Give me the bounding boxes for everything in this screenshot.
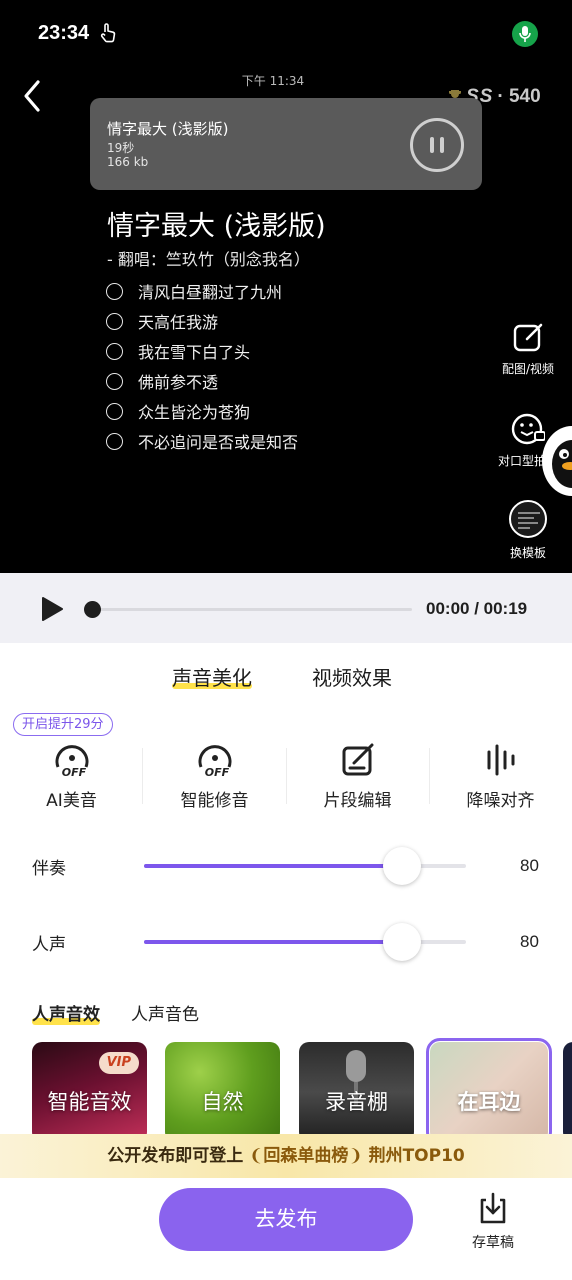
slider-track[interactable] [144, 923, 466, 961]
progress-track[interactable] [92, 608, 412, 611]
tab-sound-beautify[interactable]: 声音美化 [172, 662, 252, 691]
smart-tune-off-icon: OFF [198, 745, 231, 779]
edit-square-icon [513, 323, 543, 352]
radio-icon [106, 372, 123, 390]
radio-icon [106, 342, 123, 360]
download-box-icon [480, 1192, 506, 1224]
svg-text:OFF: OFF [61, 766, 86, 779]
slider-fill [144, 940, 402, 944]
svg-text:OFF: OFF [204, 766, 229, 779]
laurel-icon: ❩ [348, 1146, 363, 1166]
lyric-line[interactable]: 天高任我游 [106, 306, 298, 336]
lyrics-title: 情字最大 (浅影版) [107, 211, 326, 242]
lyric-line[interactable]: 我在雪下白了头 [106, 336, 298, 366]
face-camera-icon [511, 413, 545, 445]
change-template-button[interactable]: 换模板 [490, 500, 566, 561]
lyric-line[interactable]: 众生皆沦为苍狗 [106, 396, 298, 426]
effect-card-by-ear[interactable]: 在耳边 [426, 1038, 552, 1146]
edit-media-button[interactable]: 配图/视频 [490, 320, 566, 377]
badge-count: · 540 [497, 86, 541, 107]
tab-video-effects[interactable]: 视频效果 [312, 662, 392, 691]
video-preview: 23:34 下午 11:34 SS · 540 情字最大 (浅影版) 19秒 1… [0, 0, 572, 573]
lyrics-list: 清风白昼翻过了九州 天高任我游 我在雪下白了头 佛前参不透 众生皆沦为苍狗 不必… [106, 276, 298, 456]
pause-icon[interactable] [410, 118, 464, 172]
edit-square-icon [342, 743, 373, 776]
laurel-icon: ❨ [249, 1146, 264, 1166]
effect-card-next[interactable] [563, 1042, 572, 1142]
play-icon[interactable] [40, 597, 64, 621]
vip-badge: VIP [98, 1052, 139, 1074]
tab-vocal-tone[interactable]: 人声音色 [131, 1000, 199, 1025]
radio-icon [106, 312, 123, 330]
lyrics-subtitle: - 翻唱：竺玖竹（别念我名） [107, 250, 310, 269]
lyric-line[interactable]: 清风白昼翻过了九州 [106, 276, 298, 306]
effect-card-natural[interactable]: 自然 [165, 1042, 280, 1142]
ai-voice-button[interactable]: OFF AI美音 [0, 740, 143, 811]
effect-card-smart[interactable]: VIP 智能音效 [32, 1042, 147, 1142]
radio-icon [106, 432, 123, 450]
segment-edit-button[interactable]: 片段编辑 [286, 740, 429, 811]
slider-track[interactable] [144, 847, 466, 885]
vocal-slider: 人声 80 [0, 922, 572, 962]
score-promo-pill: 开启提升29分 [13, 713, 113, 736]
audio-message-card[interactable]: 情字最大 (浅影版) 19秒 166 kb [90, 98, 482, 190]
slider-fill [144, 864, 402, 868]
ai-voice-off-icon: OFF [55, 745, 88, 779]
accompaniment-slider: 伴奏 80 [0, 846, 572, 886]
save-draft-button[interactable]: 存草稿 [462, 1192, 524, 1252]
lyric-line[interactable]: 不必追问是否或是知否 [106, 426, 298, 456]
microphone-icon [512, 21, 538, 47]
publish-button[interactable]: 去发布 [159, 1188, 413, 1251]
slider-knob[interactable] [382, 923, 421, 961]
denoise-align-button[interactable]: 降噪对齐 [429, 740, 572, 811]
audio-title: 情字最大 (浅影版) [107, 120, 229, 138]
effect-card-studio[interactable]: 录音棚 [299, 1042, 414, 1142]
radio-icon [106, 402, 123, 420]
sound-wave-icon [487, 744, 514, 776]
radio-icon [106, 282, 123, 300]
audio-size: 166 kb [107, 155, 149, 169]
audio-duration: 19秒 [107, 141, 135, 155]
edit-tabs: 声音美化 视频效果 [0, 662, 572, 696]
progress-knob[interactable] [84, 601, 101, 618]
tab-vocal-effect[interactable]: 人声音效 [32, 1000, 100, 1025]
status-time: 23:34 [38, 22, 90, 44]
touch-icon [100, 23, 116, 43]
lyric-line[interactable]: 佛前参不透 [106, 366, 298, 396]
template-thumbnail [509, 500, 547, 538]
publish-promo-banner[interactable]: 公开发布即可登上 ❨回森单曲榜❩ 荆州TOP10 [0, 1134, 572, 1178]
playback-time: 00:00 / 00:19 [426, 599, 528, 618]
smart-tune-button[interactable]: OFF 智能修音 [143, 740, 286, 811]
audio-player: 00:00 / 00:19 [0, 573, 572, 643]
slider-knob[interactable] [382, 847, 421, 885]
